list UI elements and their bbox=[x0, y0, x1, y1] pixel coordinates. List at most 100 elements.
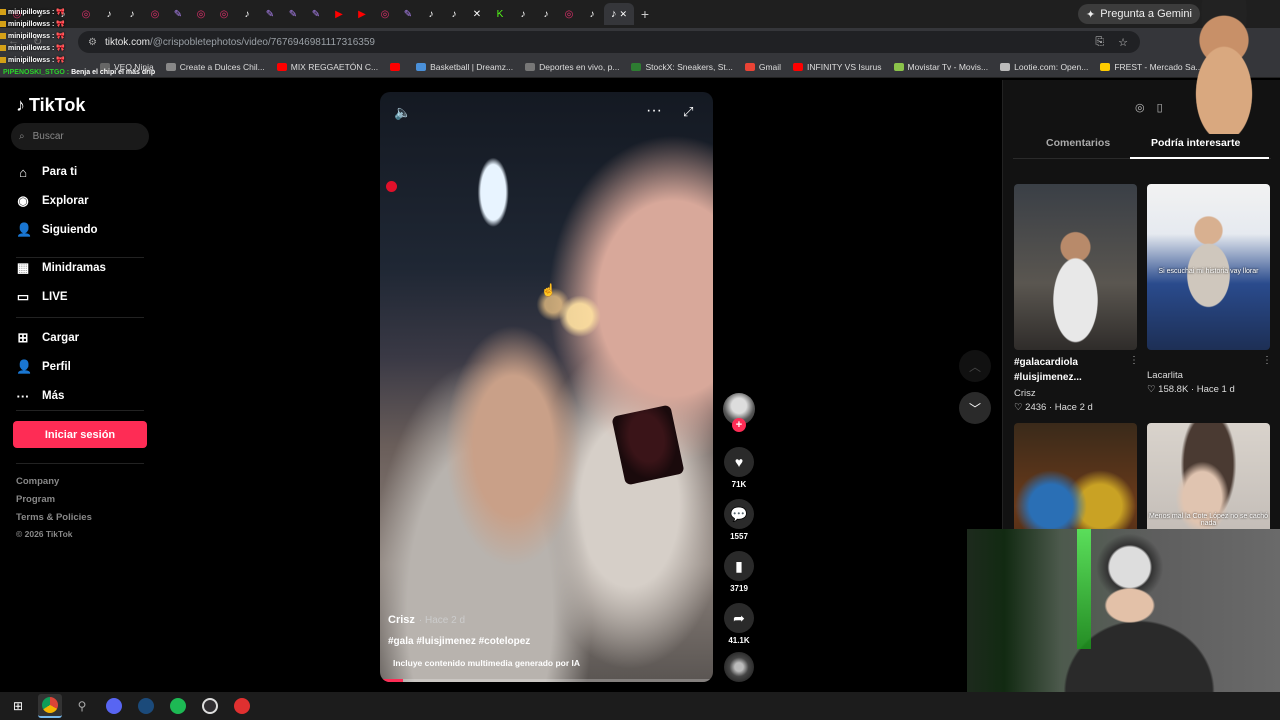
like-button[interactable]: ♥ 71K bbox=[722, 447, 756, 489]
install-app-icon[interactable]: ⎘ bbox=[1095, 36, 1104, 49]
author-name[interactable]: Crisz bbox=[388, 614, 415, 626]
browser-tab[interactable]: ◎ bbox=[213, 4, 235, 24]
steam-taskbar-icon[interactable] bbox=[134, 694, 158, 718]
url-input[interactable]: ⚙ tiktok.com /@crispobletephotos/video/7… bbox=[78, 31, 1140, 53]
browser-tab[interactable]: ♪ bbox=[420, 4, 442, 24]
browser-tab[interactable]: ✎ bbox=[397, 4, 419, 24]
bookmark-star-icon[interactable]: ☆ bbox=[1118, 36, 1128, 49]
new-tab-icon[interactable]: + bbox=[634, 6, 656, 22]
card-title[interactable]: #galacardiola #luisjimenez... bbox=[1014, 355, 1126, 385]
browser-tab[interactable]: K bbox=[489, 4, 511, 24]
browser-tab[interactable]: ✕ bbox=[466, 4, 488, 24]
bookmark-item[interactable] bbox=[390, 62, 404, 71]
follow-plus-icon[interactable]: + bbox=[732, 418, 746, 432]
browser-tab[interactable]: ✎ bbox=[282, 4, 304, 24]
close-tab-icon[interactable]: ✕ bbox=[619, 9, 627, 20]
share-button[interactable]: ➦ 41.1K bbox=[722, 603, 756, 645]
footer-terms-link[interactable]: Terms & Policies bbox=[16, 512, 92, 523]
comment-button[interactable]: 💬 1557 bbox=[722, 499, 756, 541]
sidebar-item-más[interactable]: ··· Más bbox=[16, 385, 65, 407]
bookmark-item[interactable]: Create a Dulces Chil... bbox=[165, 62, 265, 72]
collapse-icon[interactable]: ◎ bbox=[1135, 101, 1145, 114]
fullscreen-icon[interactable]: ⤢ bbox=[683, 104, 693, 120]
capcut-taskbar-icon[interactable] bbox=[230, 694, 254, 718]
bookmark-item[interactable]: Lootie.com: Open... bbox=[1000, 62, 1088, 72]
browser-tab[interactable]: ♪ bbox=[581, 4, 603, 24]
search-input[interactable]: ⌕ Buscar bbox=[11, 123, 149, 150]
card-author[interactable]: Crisz bbox=[1014, 388, 1036, 399]
active-tab[interactable]: ♪ ✕ bbox=[604, 3, 634, 25]
footer-company-link[interactable]: Company bbox=[16, 476, 59, 487]
video-progress-bar[interactable] bbox=[380, 679, 713, 682]
tab-comments[interactable]: Comentarios bbox=[1046, 137, 1110, 149]
save-button[interactable]: ▮ 3719 bbox=[722, 551, 756, 593]
browser-tab[interactable]: ♪ bbox=[443, 4, 465, 24]
tiktok-icon: ♪ bbox=[428, 8, 434, 20]
browser-tab[interactable]: ▶ bbox=[328, 4, 350, 24]
tiktok-note-icon: ♪ bbox=[16, 95, 25, 115]
video-author[interactable]: Crisz · Hace 2 d bbox=[388, 614, 465, 626]
browser-tab[interactable]: ◎ bbox=[374, 4, 396, 24]
browser-tab[interactable]: ♪ bbox=[535, 4, 557, 24]
bookmark-item[interactable]: Basketball | Dreamz... bbox=[416, 62, 513, 72]
sidebar-item-cargar[interactable]: ⊞ Cargar bbox=[16, 327, 80, 349]
tiktok-icon: ♪ bbox=[244, 8, 250, 20]
tiktok-icon: ♪ bbox=[451, 8, 457, 20]
bookmark-item[interactable]: Gmail bbox=[744, 62, 781, 72]
browser-tab[interactable]: ◎ bbox=[558, 4, 580, 24]
bookmark-item[interactable]: INFINITY VS Isurus bbox=[793, 62, 882, 72]
sidebar-item-label: Perfil bbox=[42, 361, 71, 373]
windows-start-icon[interactable]: ⊞ bbox=[6, 694, 30, 718]
bookmark-item[interactable]: StockX: Sneakers, St... bbox=[631, 62, 733, 72]
app-taskbar-icon[interactable]: ⚲ bbox=[70, 694, 94, 718]
bookmark-item[interactable]: Deportes en vivo, p... bbox=[525, 62, 619, 72]
profile-icon: 👤 bbox=[16, 359, 33, 374]
video-description[interactable]: #gala #luisjimenez #cotelopez bbox=[388, 636, 530, 647]
tab-recommended[interactable]: Podría interesarte bbox=[1151, 137, 1240, 149]
card-more-icon[interactable]: ⋮ bbox=[1262, 355, 1272, 366]
browser-tab[interactable]: ▶ bbox=[351, 4, 373, 24]
spotify-taskbar-icon[interactable] bbox=[166, 694, 190, 718]
card-more-icon[interactable]: ⋮ bbox=[1129, 355, 1139, 366]
sidebar-item-perfil[interactable]: 👤 Perfil bbox=[16, 356, 71, 378]
sidebar-item-live[interactable]: ▭ LIVE bbox=[16, 286, 68, 308]
tiktok-logo[interactable]: ♪ TikTok bbox=[16, 95, 85, 116]
card-author[interactable]: Lacarlita bbox=[1147, 370, 1183, 381]
footer-program-link[interactable]: Program bbox=[16, 494, 55, 505]
sidebar-item-explorar[interactable]: ◉ Explorar bbox=[16, 190, 88, 212]
volume-icon[interactable]: 🔈 bbox=[394, 104, 411, 121]
sidebar-item-siguiendo[interactable]: 👤 Siguiendo bbox=[16, 219, 98, 241]
login-button[interactable]: Iniciar sesión bbox=[13, 421, 147, 448]
browser-tab[interactable]: ✎ bbox=[259, 4, 281, 24]
bookmark-label: Movistar Tv - Movis... bbox=[907, 61, 989, 72]
next-video-button[interactable]: ﹀ bbox=[959, 392, 991, 424]
bookmark-item[interactable]: MIX REGGAETÓN C... bbox=[276, 62, 378, 72]
browser-tab[interactable]: ✎ bbox=[167, 4, 189, 24]
browser-tab[interactable]: ◎ bbox=[190, 4, 212, 24]
bookmark-favicon-icon bbox=[1000, 62, 1011, 71]
sidebar-item-minidramas[interactable]: ▦ Minidramas bbox=[16, 257, 106, 279]
bookmark-favicon-icon bbox=[893, 62, 904, 71]
footer-copyright: © 2026 TikTok bbox=[16, 529, 73, 539]
discord-taskbar-icon[interactable] bbox=[102, 694, 126, 718]
video-player[interactable]: 🔈 ··· ⤢ Crisz · Hace 2 d #gala #luisjime… bbox=[380, 92, 713, 682]
browser-tab[interactable]: ♪ bbox=[512, 4, 534, 24]
obs-taskbar-icon[interactable] bbox=[198, 694, 222, 718]
sidebar-item-para-ti[interactable]: ⌂ Para ti bbox=[16, 161, 77, 183]
music-disc-icon[interactable] bbox=[724, 652, 754, 682]
chat-line: minipillowss : 🎀 bbox=[0, 30, 150, 42]
device-icon[interactable]: ▯ bbox=[1157, 101, 1163, 114]
browser-tab[interactable]: ✎ bbox=[305, 4, 327, 24]
more-options-icon[interactable]: ··· bbox=[646, 102, 662, 120]
pen-icon: ✎ bbox=[288, 8, 298, 20]
heart-outline-icon: ♡ bbox=[1147, 384, 1156, 395]
chat-emote-icon: 🎀 bbox=[56, 9, 66, 16]
recommended-video-thumbnail[interactable] bbox=[1014, 184, 1137, 350]
chat-emote-icon: 🎀 bbox=[56, 45, 66, 52]
browser-tab[interactable]: ♪ bbox=[236, 4, 258, 24]
chat-badge-icon bbox=[0, 45, 6, 51]
chrome-taskbar-icon[interactable] bbox=[38, 694, 62, 718]
previous-video-button[interactable]: ︿ bbox=[959, 350, 991, 382]
bookmark-item[interactable]: Movistar Tv - Movis... bbox=[893, 61, 989, 72]
recommended-video-thumbnail[interactable]: Si escuchai mi historia vay llorar bbox=[1147, 184, 1270, 350]
